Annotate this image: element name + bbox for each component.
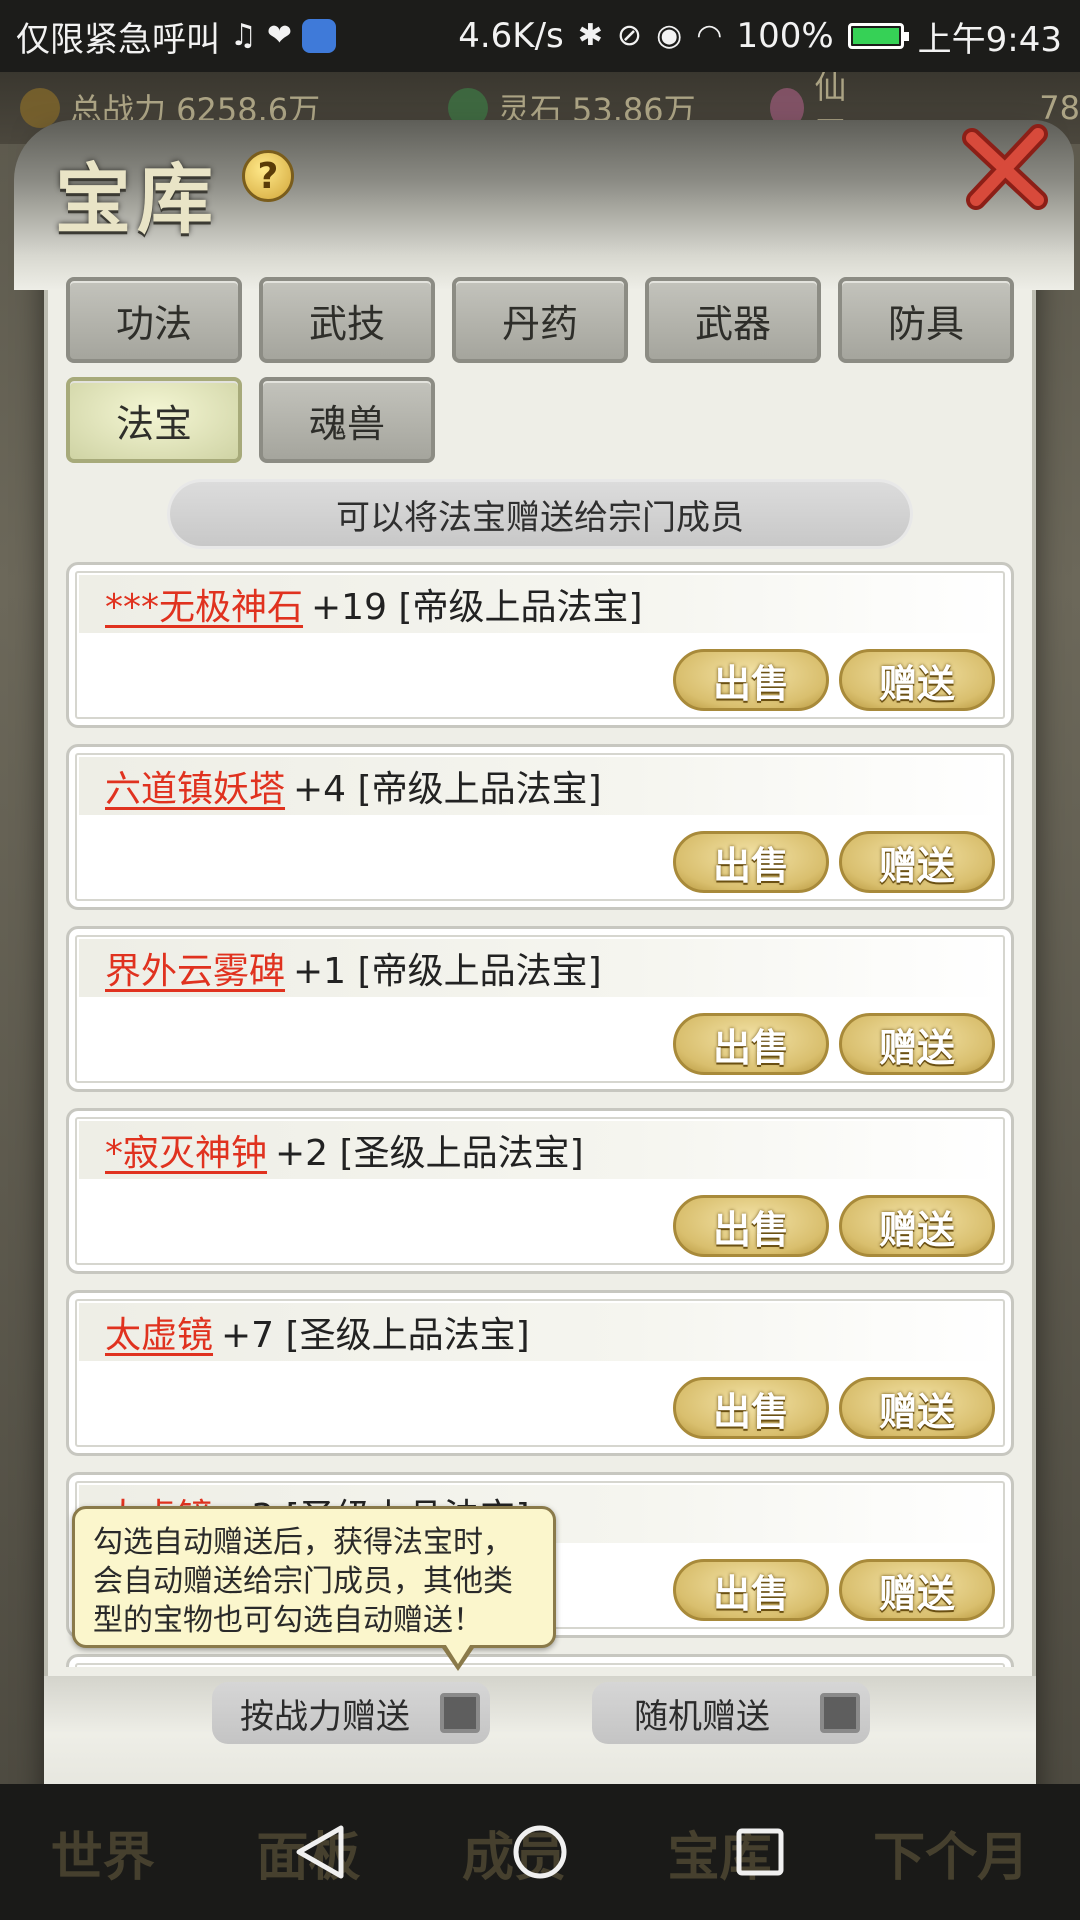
app-icon (302, 19, 337, 53)
treasure-list[interactable]: ***无极神石 +19 [帝级上品法宝] 出售 赠送 六道镇妖塔 +4 [帝级上品法… (66, 562, 1014, 1667)
system-nav-bar: 世界 面板 成员 宝库 下个月 (0, 1784, 1080, 1920)
sell-button[interactable]: 出售 (673, 1377, 829, 1439)
item-name[interactable]: 太虚镜 (105, 1306, 213, 1358)
item-grade: +7 [圣级上品法宝] (221, 1315, 530, 1356)
recents-icon[interactable] (725, 1817, 795, 1887)
tab-hunshou[interactable]: 魂兽 (259, 377, 435, 463)
tab-fabao[interactable]: 法宝 (66, 377, 242, 463)
wifi-icon: ◠ (696, 18, 723, 53)
gift-button[interactable]: 赠送 (839, 1559, 995, 1621)
sell-button[interactable]: 出售 (673, 831, 829, 893)
status-bar: 仅限紧急呼叫 ♫ ❤ 4.6K/s ✱ ⊘ ◉ ◠ 100% 上午9:43 (0, 0, 1080, 72)
power-icon (20, 88, 60, 128)
tab-wuqi[interactable]: 武器 (645, 277, 821, 363)
gift-button[interactable]: 赠送 (839, 1195, 995, 1257)
battery-icon (847, 23, 909, 49)
page-title: 宝库 (55, 155, 219, 244)
network-speed: 4.6K/s (458, 16, 564, 56)
gift-button[interactable]: 赠送 (839, 831, 995, 893)
bluetooth-icon: ✱ (577, 18, 603, 53)
tab-gongfa[interactable]: 功法 (66, 277, 242, 363)
item-name[interactable]: 六道镇妖塔 (105, 760, 285, 812)
sell-button[interactable]: 出售 (673, 1559, 829, 1621)
sell-button[interactable]: 出售 (673, 649, 829, 711)
carrier-text: 仅限紧急呼叫 (16, 19, 220, 60)
tooltip-line: 型的宝物也可勾选自动赠送！ (93, 1603, 483, 1638)
gift-by-power-checkbox[interactable] (440, 1693, 480, 1733)
tab-danyao[interactable]: 丹药 (452, 277, 628, 363)
tab-wuji[interactable]: 武技 (259, 277, 435, 363)
tooltip-line: 勾选自动赠送后，获得法宝时， (93, 1525, 513, 1560)
tooltip-arrow (440, 1642, 476, 1671)
home-icon[interactable] (505, 1817, 575, 1887)
item-grade: +1 [帝级上品法宝] (293, 951, 602, 992)
gift-button[interactable]: 赠送 (839, 649, 995, 711)
sell-button[interactable]: 出售 (673, 1013, 829, 1075)
battery-percent: 100% (736, 16, 834, 56)
list-item (66, 1654, 1014, 1667)
toggle-label: 按战力赠送 (240, 1696, 410, 1737)
list-item: *寂灭神钟 +2 [圣级上品法宝] 出售 赠送 (66, 1108, 1014, 1274)
help-icon[interactable]: ? (242, 150, 294, 202)
close-icon[interactable] (958, 120, 1054, 216)
heart-icon: ❤ (266, 18, 293, 53)
gift-by-power-toggle[interactable]: 按战力赠送 (212, 1682, 490, 1744)
gift-random-toggle[interactable]: 随机赠送 (592, 1682, 870, 1744)
gift-button[interactable]: 赠送 (839, 1377, 995, 1439)
sell-button[interactable]: 出售 (673, 1195, 829, 1257)
mute-icon: ⊘ (616, 18, 643, 53)
list-item: ***无极神石 +19 [帝级上品法宝] 出售 赠送 (66, 562, 1014, 728)
item-name[interactable]: ***无极神石 (105, 578, 303, 630)
item-grade: +4 [帝级上品法宝] (293, 769, 602, 810)
gift-button[interactable]: 赠送 (839, 1013, 995, 1075)
music-icon: ♫ (230, 18, 257, 53)
item-grade: +19 [帝级上品法宝] (311, 587, 643, 628)
tooltip-line: 会自动赠送给宗门成员，其他类 (93, 1564, 513, 1599)
info-banner: 可以将法宝赠送给宗门成员 (170, 482, 910, 546)
gift-random-checkbox[interactable] (820, 1693, 860, 1733)
tab-fangju[interactable]: 防具 (838, 277, 1014, 363)
back-icon[interactable] (285, 1817, 355, 1887)
clock: 上午9:43 (917, 19, 1062, 60)
list-item: 六道镇妖塔 +4 [帝级上品法宝] 出售 赠送 (66, 744, 1014, 910)
list-item: 太虚镜 +7 [圣级上品法宝] 出售 赠送 (66, 1290, 1014, 1456)
item-name[interactable]: 界外云雾碑 (105, 942, 285, 994)
list-item: 界外云雾碑 +1 [帝级上品法宝] 出售 赠送 (66, 926, 1014, 1092)
item-grade: +2 [圣级上品法宝] (275, 1133, 584, 1174)
eye-icon: ◉ (656, 18, 683, 53)
item-name[interactable]: *寂灭神钟 (105, 1124, 267, 1176)
auto-gift-tooltip: 勾选自动赠送后，获得法宝时， 会自动赠送给宗门成员，其他类 型的宝物也可勾选自动… (72, 1506, 556, 1648)
toggle-label: 随机赠送 (634, 1696, 770, 1737)
